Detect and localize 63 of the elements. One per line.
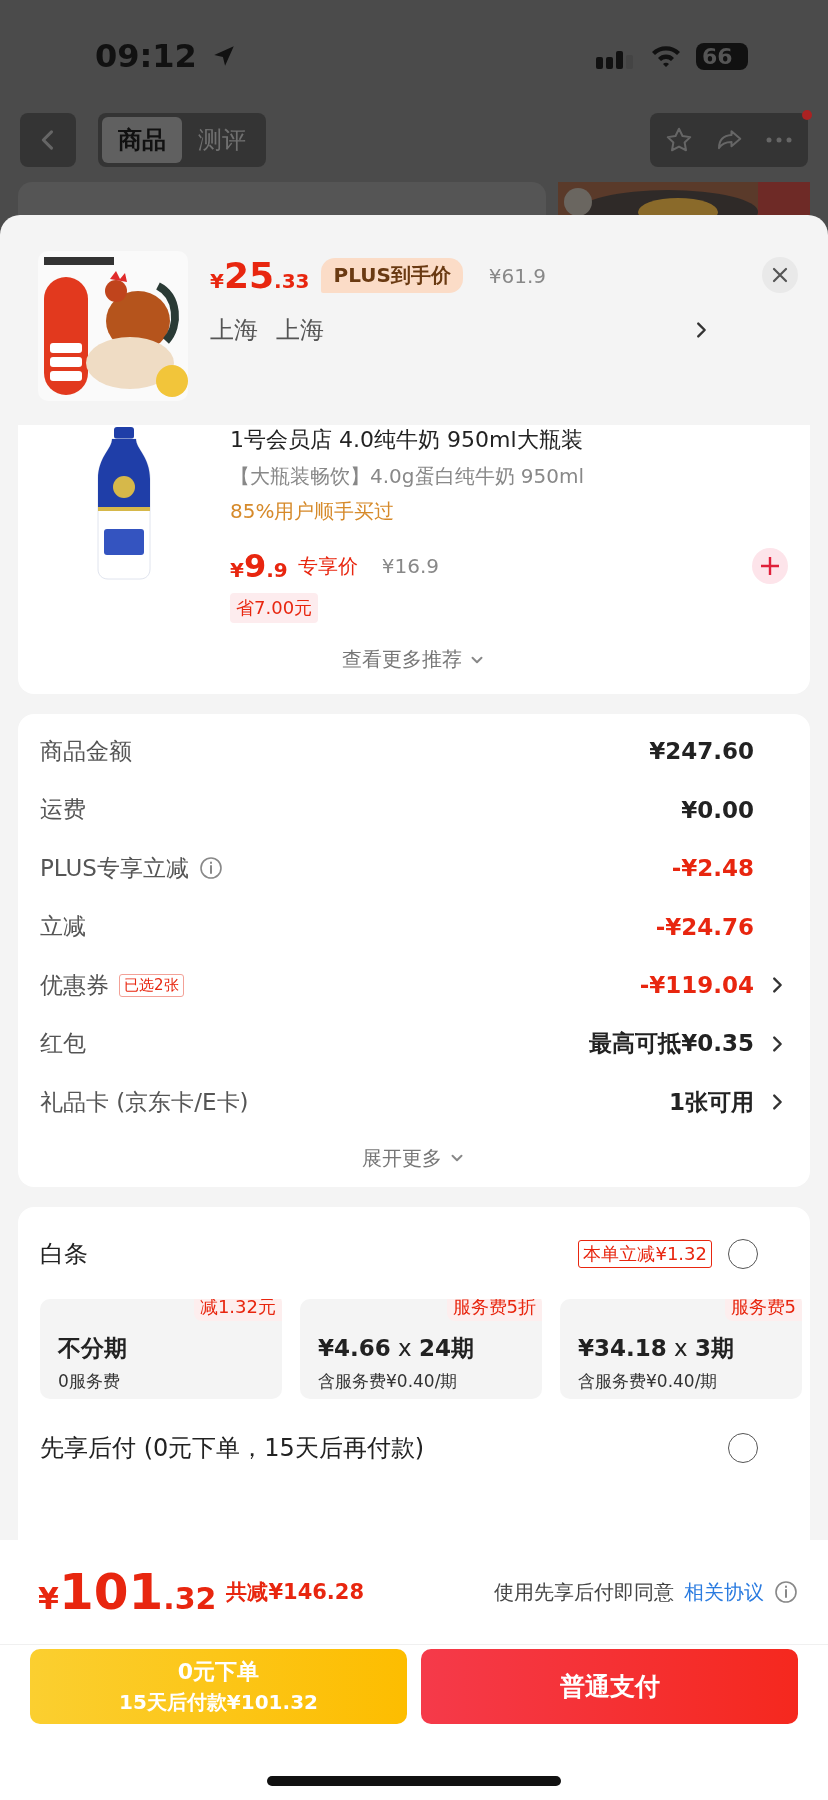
coupon-count-tag: 已选2张 bbox=[119, 973, 184, 997]
summary-value: ¥247.60 bbox=[649, 738, 754, 765]
plan-tag: 服务费5 bbox=[724, 1298, 802, 1321]
agreement-link[interactable]: 相关协议 bbox=[684, 1578, 764, 1606]
summary-value: -¥2.48 bbox=[671, 855, 754, 882]
more-icon[interactable] bbox=[764, 135, 794, 145]
agreement-text: 使用先享后付即同意 bbox=[494, 1578, 674, 1606]
back-button[interactable] bbox=[20, 113, 76, 167]
plan-title: ¥4.66 x 24期 bbox=[318, 1333, 475, 1363]
info-icon[interactable] bbox=[199, 856, 223, 881]
battery-level: 66 bbox=[696, 42, 748, 70]
plus-icon bbox=[759, 555, 781, 577]
plan-note: 含服务费¥0.40/期 bbox=[318, 1369, 459, 1393]
installment-option[interactable]: 服务费5 ¥34.18 x 3期 含服务费¥0.40/期 bbox=[560, 1298, 802, 1399]
product-price: ¥9.9 bbox=[230, 547, 288, 585]
add-button[interactable] bbox=[752, 548, 788, 584]
summary-value[interactable]: -¥119.04 bbox=[639, 972, 754, 999]
payment-option-label: 白条 bbox=[40, 1238, 88, 1270]
total-price: ¥101.32 bbox=[38, 1563, 217, 1621]
summary-label: PLUS专享立减 bbox=[40, 853, 189, 883]
close-icon bbox=[771, 266, 789, 284]
saving-tag: 省7.00元 bbox=[230, 593, 319, 623]
summary-value[interactable]: 最高可抵¥0.35 bbox=[589, 1028, 754, 1060]
info-icon[interactable] bbox=[774, 1580, 798, 1604]
summary-value: ¥0.00 bbox=[681, 796, 754, 823]
total-saving: 共减¥146.28 bbox=[226, 1579, 365, 1606]
plan-title: 不分期 bbox=[58, 1333, 128, 1363]
summary-label: 运费 bbox=[40, 795, 86, 825]
purchase-hint: 85%用户顺手买过 bbox=[230, 498, 396, 525]
plan-tag: 服务费5折 bbox=[446, 1298, 542, 1321]
summary-label: 商品金额 bbox=[40, 736, 132, 766]
tab[interactable]: 商品 bbox=[102, 117, 182, 163]
more-recommendations-link[interactable]: 查看更多推荐 bbox=[336, 645, 492, 674]
status-time: 09:12 bbox=[95, 37, 197, 75]
location-text[interactable]: 上海 bbox=[210, 316, 258, 344]
summary-label: 红包 bbox=[40, 1029, 86, 1059]
original-price: ¥16.9 bbox=[381, 554, 439, 578]
summary-value[interactable]: 1张可用 bbox=[669, 1086, 754, 1118]
original-price: ¥61.9 bbox=[488, 263, 547, 288]
plus-price-tag: PLUS到手价 bbox=[321, 258, 463, 293]
expand-more-link[interactable]: 展开更多 bbox=[356, 1143, 472, 1173]
summary-label: 立减 bbox=[40, 912, 86, 942]
payment-option-label: 先享后付 (0元下单，15天后再付款) bbox=[40, 1432, 425, 1464]
installment-option[interactable]: 减1.32元 不分期 0服务费 bbox=[40, 1298, 282, 1399]
notification-dot bbox=[802, 110, 812, 120]
tab[interactable]: 测评 bbox=[182, 117, 262, 163]
wifi-icon bbox=[650, 44, 682, 68]
plan-note: 含服务费¥0.40/期 bbox=[578, 1369, 719, 1393]
plan-title: ¥34.18 x 3期 bbox=[578, 1333, 735, 1363]
plan-tag: 减1.32元 bbox=[193, 1298, 282, 1321]
location-text[interactable]: 上海 bbox=[276, 316, 324, 344]
product-subtitle: 【大瓶装畅饮】4.0g蛋白纯牛奶 950ml bbox=[230, 463, 586, 490]
promo-tag: 本单立减¥1.32 bbox=[578, 1239, 712, 1268]
close-button[interactable] bbox=[762, 257, 798, 293]
sku-price: ¥25.33 bbox=[210, 255, 310, 296]
plan-note: 0服务费 bbox=[58, 1369, 121, 1393]
summary-label: 优惠券 bbox=[40, 970, 109, 1000]
summary-value: -¥24.76 bbox=[655, 913, 754, 940]
summary-label: 礼品卡 (京东卡/E卡) bbox=[40, 1087, 249, 1117]
price-label: 专享价 bbox=[297, 552, 358, 580]
pay-button[interactable]: 普通支付 bbox=[421, 1649, 798, 1724]
product-title: 1号会员店 4.0纯牛奶 950ml大瓶装 bbox=[230, 426, 584, 454]
installment-option[interactable]: 服务费5折 ¥4.66 x 24期 含服务费¥0.40/期 bbox=[300, 1298, 542, 1399]
